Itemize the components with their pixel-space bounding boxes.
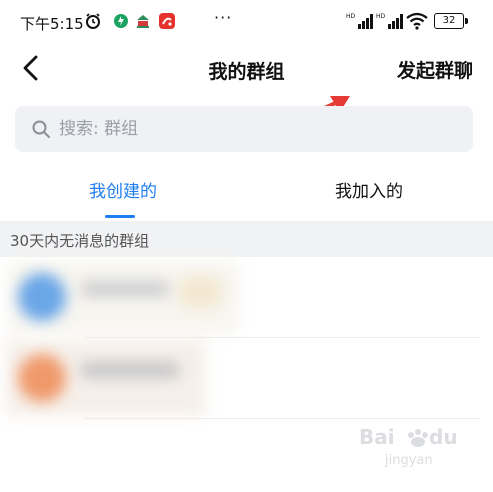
more-notifications-icon: ··· bbox=[214, 8, 233, 27]
search-box[interactable] bbox=[15, 106, 473, 152]
status-bar: 下午5:15 ··· HD HD 32 bbox=[0, 0, 493, 44]
blurred-badge bbox=[180, 277, 220, 307]
svg-text:Bai: Bai bbox=[359, 425, 395, 449]
app-notification-icon bbox=[114, 14, 128, 28]
divider bbox=[84, 418, 480, 419]
avatar bbox=[18, 354, 66, 402]
svg-text:du: du bbox=[429, 425, 458, 449]
wifi-icon bbox=[406, 12, 428, 30]
avatar bbox=[18, 273, 66, 321]
tab-joined[interactable]: 我加入的 bbox=[246, 166, 492, 220]
search-icon bbox=[32, 120, 50, 138]
blurred-content bbox=[0, 338, 230, 418]
section-title: 30天内无消息的群组 bbox=[10, 232, 150, 250]
list-item[interactable] bbox=[0, 257, 493, 337]
bank-app-icon bbox=[135, 13, 151, 29]
start-group-chat-button[interactable]: 发起群聊 bbox=[397, 56, 473, 83]
blurred-content bbox=[0, 257, 240, 337]
signal-icon: HD bbox=[346, 13, 373, 29]
search-input[interactable] bbox=[59, 106, 459, 152]
blurred-group-name bbox=[80, 362, 180, 378]
battery-level: 32 bbox=[442, 15, 456, 26]
shopping-app-icon bbox=[159, 13, 175, 29]
baidu-jingyan-watermark: Bai du jingyan bbox=[359, 425, 458, 468]
svg-text:HD: HD bbox=[346, 13, 356, 20]
tab-created-by-me[interactable]: 我创建的 bbox=[0, 166, 246, 220]
svg-text:jingyan: jingyan bbox=[384, 453, 433, 468]
tab-bar: 我创建的 我加入的 bbox=[0, 166, 493, 220]
header: 我的群组 发起群聊 bbox=[0, 44, 493, 94]
battery-icon: 32 bbox=[434, 13, 464, 29]
battery-tip bbox=[465, 18, 468, 24]
active-tab-indicator bbox=[105, 215, 135, 218]
blurred-group-name bbox=[80, 281, 170, 297]
status-time: 下午5:15 bbox=[20, 15, 84, 33]
signal-icon-2: HD bbox=[376, 13, 403, 29]
list-item[interactable] bbox=[0, 338, 493, 418]
alarm-icon bbox=[86, 13, 100, 29]
svg-text:HD: HD bbox=[376, 13, 386, 20]
section-header: 30天内无消息的群组 bbox=[0, 221, 493, 257]
